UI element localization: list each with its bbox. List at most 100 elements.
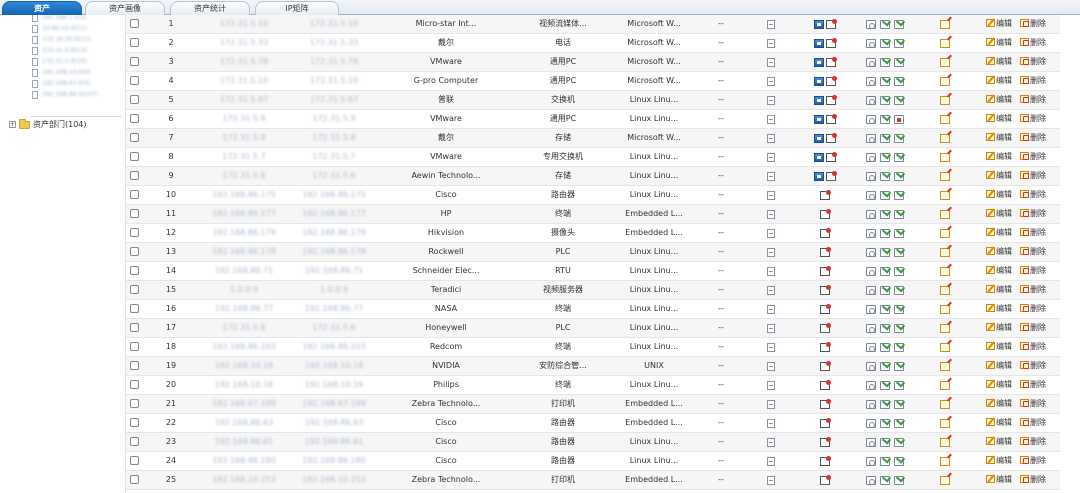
status-icon[interactable] xyxy=(894,267,904,276)
document-icon[interactable] xyxy=(767,191,775,200)
alert-icon[interactable] xyxy=(820,323,831,333)
row-checkbox[interactable] xyxy=(130,323,139,332)
status-icon[interactable] xyxy=(894,96,904,105)
delete-button[interactable]: 删除 xyxy=(1020,281,1046,300)
check-icon[interactable] xyxy=(880,115,890,124)
note-icon[interactable] xyxy=(940,39,950,48)
status-icon[interactable] xyxy=(894,248,904,257)
note-icon[interactable] xyxy=(940,324,950,333)
tree-root-node[interactable]: + 资产部门(104) xyxy=(9,119,124,131)
settings-icon[interactable] xyxy=(866,324,876,333)
check-icon[interactable] xyxy=(880,210,890,219)
edit-button[interactable]: 编辑 xyxy=(986,167,1012,186)
check-icon[interactable] xyxy=(880,96,890,105)
tree-child-node[interactable]: 192.168.1.0(1) xyxy=(32,15,122,23)
row-checkbox[interactable] xyxy=(130,57,139,66)
row-checkbox[interactable] xyxy=(130,342,139,351)
status-icon[interactable] xyxy=(894,286,904,295)
document-icon[interactable] xyxy=(767,20,775,29)
check-icon[interactable] xyxy=(880,58,890,67)
tree-child-node[interactable]: 10.90.10.0(11) xyxy=(32,24,122,34)
settings-icon[interactable] xyxy=(866,438,876,447)
edit-button[interactable]: 编辑 xyxy=(986,452,1012,471)
delete-button[interactable]: 删除 xyxy=(1020,15,1046,34)
delete-button[interactable]: 删除 xyxy=(1020,243,1046,262)
row-checkbox[interactable] xyxy=(130,19,139,28)
row-checkbox[interactable] xyxy=(130,361,139,370)
alert-icon[interactable] xyxy=(820,342,831,352)
note-icon[interactable] xyxy=(940,20,950,29)
status-icon[interactable] xyxy=(894,58,904,67)
row-checkbox[interactable] xyxy=(130,228,139,237)
row-checkbox[interactable] xyxy=(130,437,139,446)
delete-button[interactable]: 删除 xyxy=(1020,72,1046,91)
document-icon[interactable] xyxy=(767,381,775,390)
delete-button[interactable]: 删除 xyxy=(1020,186,1046,205)
check-icon[interactable] xyxy=(880,77,890,86)
expand-icon[interactable]: + xyxy=(9,121,16,128)
edit-button[interactable]: 编辑 xyxy=(986,186,1012,205)
note-icon[interactable] xyxy=(940,58,950,67)
check-icon[interactable] xyxy=(880,476,890,485)
note-icon[interactable] xyxy=(940,286,950,295)
settings-icon[interactable] xyxy=(866,343,876,352)
edit-button[interactable]: 编辑 xyxy=(986,224,1012,243)
document-icon[interactable] xyxy=(767,305,775,314)
alert-icon[interactable] xyxy=(820,418,831,428)
alert-icon[interactable] xyxy=(826,114,837,124)
row-checkbox[interactable] xyxy=(130,190,139,199)
note-icon[interactable] xyxy=(940,134,950,143)
monitor-icon[interactable] xyxy=(814,115,824,124)
alert-icon[interactable] xyxy=(826,19,837,29)
delete-button[interactable]: 删除 xyxy=(1020,338,1046,357)
check-icon[interactable] xyxy=(880,153,890,162)
tree-child-node[interactable]: 192.168.86.0(107) xyxy=(32,90,122,100)
monitor-icon[interactable] xyxy=(814,58,824,67)
row-checkbox[interactable] xyxy=(130,456,139,465)
status-icon[interactable] xyxy=(894,210,904,219)
delete-button[interactable]: 删除 xyxy=(1020,148,1046,167)
alert-icon[interactable] xyxy=(820,456,831,466)
monitor-icon[interactable] xyxy=(814,96,824,105)
monitor-icon[interactable] xyxy=(814,153,824,162)
delete-button[interactable]: 删除 xyxy=(1020,471,1046,490)
document-icon[interactable] xyxy=(767,476,775,485)
check-icon[interactable] xyxy=(880,419,890,428)
row-checkbox[interactable] xyxy=(130,285,139,294)
settings-icon[interactable] xyxy=(866,134,876,143)
row-checkbox[interactable] xyxy=(130,133,139,142)
status-icon[interactable] xyxy=(894,343,904,352)
delete-button[interactable]: 删除 xyxy=(1020,34,1046,53)
row-checkbox[interactable] xyxy=(130,76,139,85)
check-icon[interactable] xyxy=(880,134,890,143)
note-icon[interactable] xyxy=(940,400,950,409)
status-icon[interactable] xyxy=(894,400,904,409)
settings-icon[interactable] xyxy=(866,362,876,371)
settings-icon[interactable] xyxy=(866,229,876,238)
delete-button[interactable]: 删除 xyxy=(1020,414,1046,433)
alert-icon[interactable] xyxy=(820,437,831,447)
note-icon[interactable] xyxy=(940,77,950,86)
alert-icon[interactable] xyxy=(820,190,831,200)
status-icon[interactable] xyxy=(894,305,904,314)
note-icon[interactable] xyxy=(940,362,950,371)
delete-button[interactable]: 删除 xyxy=(1020,224,1046,243)
status-icon[interactable] xyxy=(894,381,904,390)
edit-button[interactable]: 编辑 xyxy=(986,205,1012,224)
note-icon[interactable] xyxy=(940,210,950,219)
row-checkbox[interactable] xyxy=(130,171,139,180)
edit-button[interactable]: 编辑 xyxy=(986,300,1012,319)
settings-icon[interactable] xyxy=(866,210,876,219)
status-icon[interactable] xyxy=(894,438,904,447)
delete-button[interactable]: 删除 xyxy=(1020,91,1046,110)
document-icon[interactable] xyxy=(767,153,775,162)
alert-icon[interactable] xyxy=(826,152,837,162)
delete-button[interactable]: 删除 xyxy=(1020,110,1046,129)
edit-button[interactable]: 编辑 xyxy=(986,15,1012,34)
check-icon[interactable] xyxy=(880,324,890,333)
edit-button[interactable]: 编辑 xyxy=(986,395,1012,414)
note-icon[interactable] xyxy=(940,172,950,181)
check-icon[interactable] xyxy=(880,362,890,371)
note-icon[interactable] xyxy=(940,457,950,466)
document-icon[interactable] xyxy=(767,419,775,428)
